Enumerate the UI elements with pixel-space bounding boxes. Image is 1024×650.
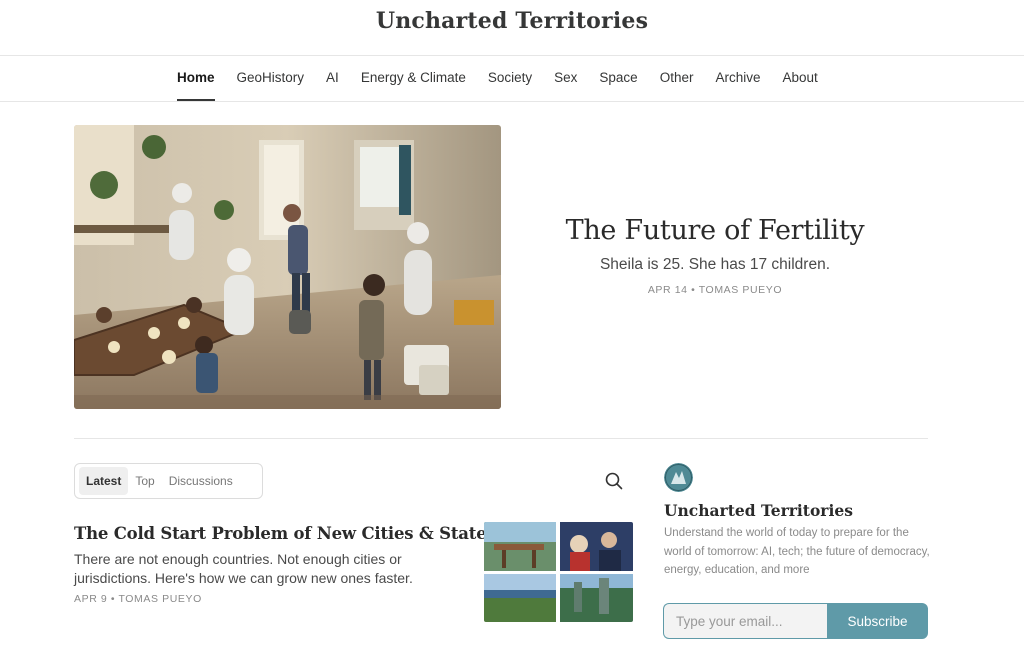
publication-description: Understand the world of today to prepare… [664,527,930,576]
nav-item-energy-climate[interactable]: Energy & Climate [354,56,473,102]
post-subtitle: There are not enough countries. Not enou… [74,551,413,586]
post-title[interactable]: The Cold Start Problem of New Cities & S… [74,524,496,543]
nav-item-geohistory[interactable]: GeoHistory [230,56,312,102]
nav-item-space[interactable]: Space [592,56,644,102]
post-item[interactable]: The Cold Start Problem of New Cities & S… [74,524,496,605]
post-thumbnail[interactable] [484,522,633,622]
email-field[interactable] [663,603,827,639]
tab-discussions[interactable]: Discussions [162,467,240,495]
nav-item-home[interactable]: Home [170,56,222,102]
site-header: Uncharted Territories [0,0,1024,56]
tab-top[interactable]: Top [128,467,161,495]
nav-item-society[interactable]: Society [481,56,539,102]
hero-title[interactable]: The Future of Fertility [520,215,910,246]
nav-item-archive[interactable]: Archive [708,56,767,102]
post-meta: APR 9 • TOMAS PUEYO [74,593,202,605]
hero-subtitle: Sheila is 25. She has 17 children. [599,256,831,273]
thumbnail-collage [484,522,633,622]
nav-item-about[interactable]: About [775,56,824,102]
feed-tabs: Latest Top Discussions [74,463,263,499]
publication-name[interactable]: Uncharted Territories [664,501,853,520]
site-title[interactable]: Uncharted Territories [0,8,1024,34]
nav-item-ai[interactable]: AI [319,56,346,102]
nav-items: Home GeoHistory AI Energy & Climate Soci… [170,56,833,102]
hero-illustration [74,125,501,409]
search-icon[interactable] [605,472,623,490]
subscribe-button[interactable]: Subscribe [827,603,928,639]
hero-text: The Future of Fertility Sheila is 25. Sh… [520,215,910,296]
subscribe-form: Subscribe [663,603,928,639]
nav-item-other[interactable]: Other [653,56,701,102]
nav-bar: Home GeoHistory AI Energy & Climate Soci… [0,56,1024,102]
nav-item-sex[interactable]: Sex [547,56,584,102]
section-divider [74,438,928,439]
hero-meta: APR 14 • TOMAS PUEYO [647,284,783,296]
hero-image[interactable] [74,125,501,409]
tab-latest[interactable]: Latest [79,467,129,495]
publication-logo[interactable] [664,463,693,492]
